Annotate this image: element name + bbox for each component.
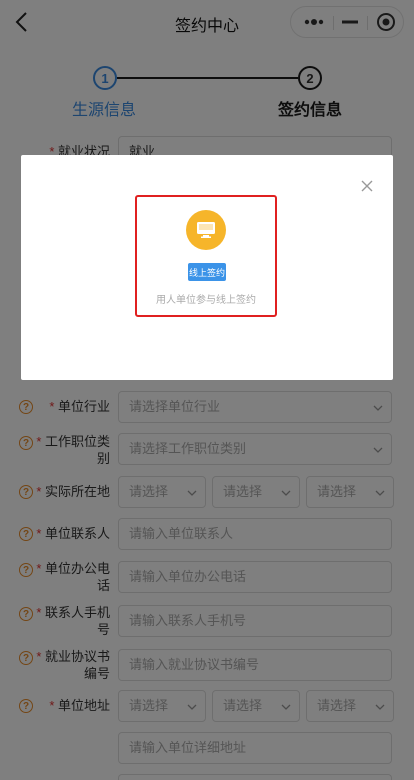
- monitor-icon: [197, 222, 215, 238]
- sign-type-modal: 线上签约 用人单位参与线上签约: [21, 155, 393, 380]
- modal-overlay[interactable]: [0, 0, 414, 780]
- online-sign-caption: 用人单位参与线上签约: [156, 295, 256, 306]
- online-sign-badge[interactable]: 线上签约: [188, 263, 226, 281]
- close-icon[interactable]: [360, 179, 374, 193]
- online-sign-option[interactable]: [186, 210, 226, 250]
